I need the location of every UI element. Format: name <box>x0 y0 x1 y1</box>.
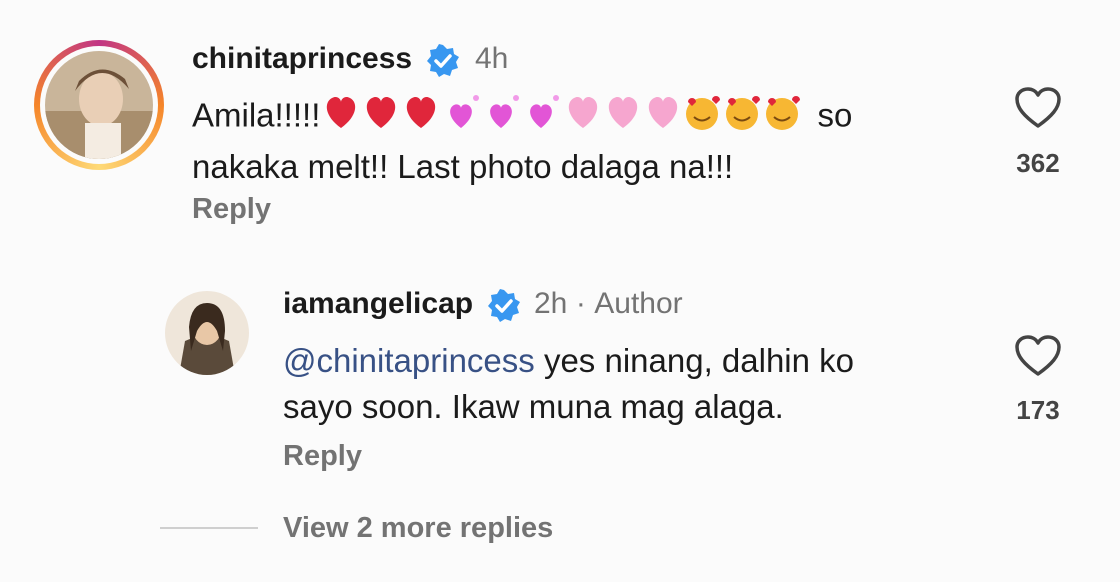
like-heart-icon[interactable] <box>1014 86 1062 135</box>
reply-button[interactable]: Reply <box>283 440 362 473</box>
timestamp: 4h <box>474 42 509 75</box>
like-count: 362 <box>1016 148 1060 178</box>
verified-badge-icon <box>425 43 461 84</box>
like-count: 173 <box>1016 395 1060 425</box>
verified-badge-icon <box>486 288 522 329</box>
view-more-divider <box>160 527 258 529</box>
comment-text: Amila!!!!! so nakaka melt!! Last photo d… <box>192 92 852 190</box>
avatar[interactable] <box>45 51 153 159</box>
emoji-row <box>322 92 808 144</box>
avatar-story-ring[interactable] <box>34 40 164 170</box>
username[interactable]: chinitaprincess <box>192 42 412 75</box>
username[interactable]: iamangelicap <box>283 287 473 320</box>
comment-text: @chinitaprincess yes ninang, dalhin ko s… <box>283 342 855 425</box>
timestamp: 2h <box>533 287 568 320</box>
reply-button[interactable]: Reply <box>192 193 271 226</box>
like-heart-icon[interactable] <box>1014 334 1062 383</box>
author-badge: Author <box>594 287 683 320</box>
mention-link[interactable]: @chinitaprincess <box>283 342 535 379</box>
separator: · <box>575 287 586 320</box>
avatar[interactable] <box>165 291 249 375</box>
view-more-replies-button[interactable]: View 2 more replies <box>283 512 553 545</box>
